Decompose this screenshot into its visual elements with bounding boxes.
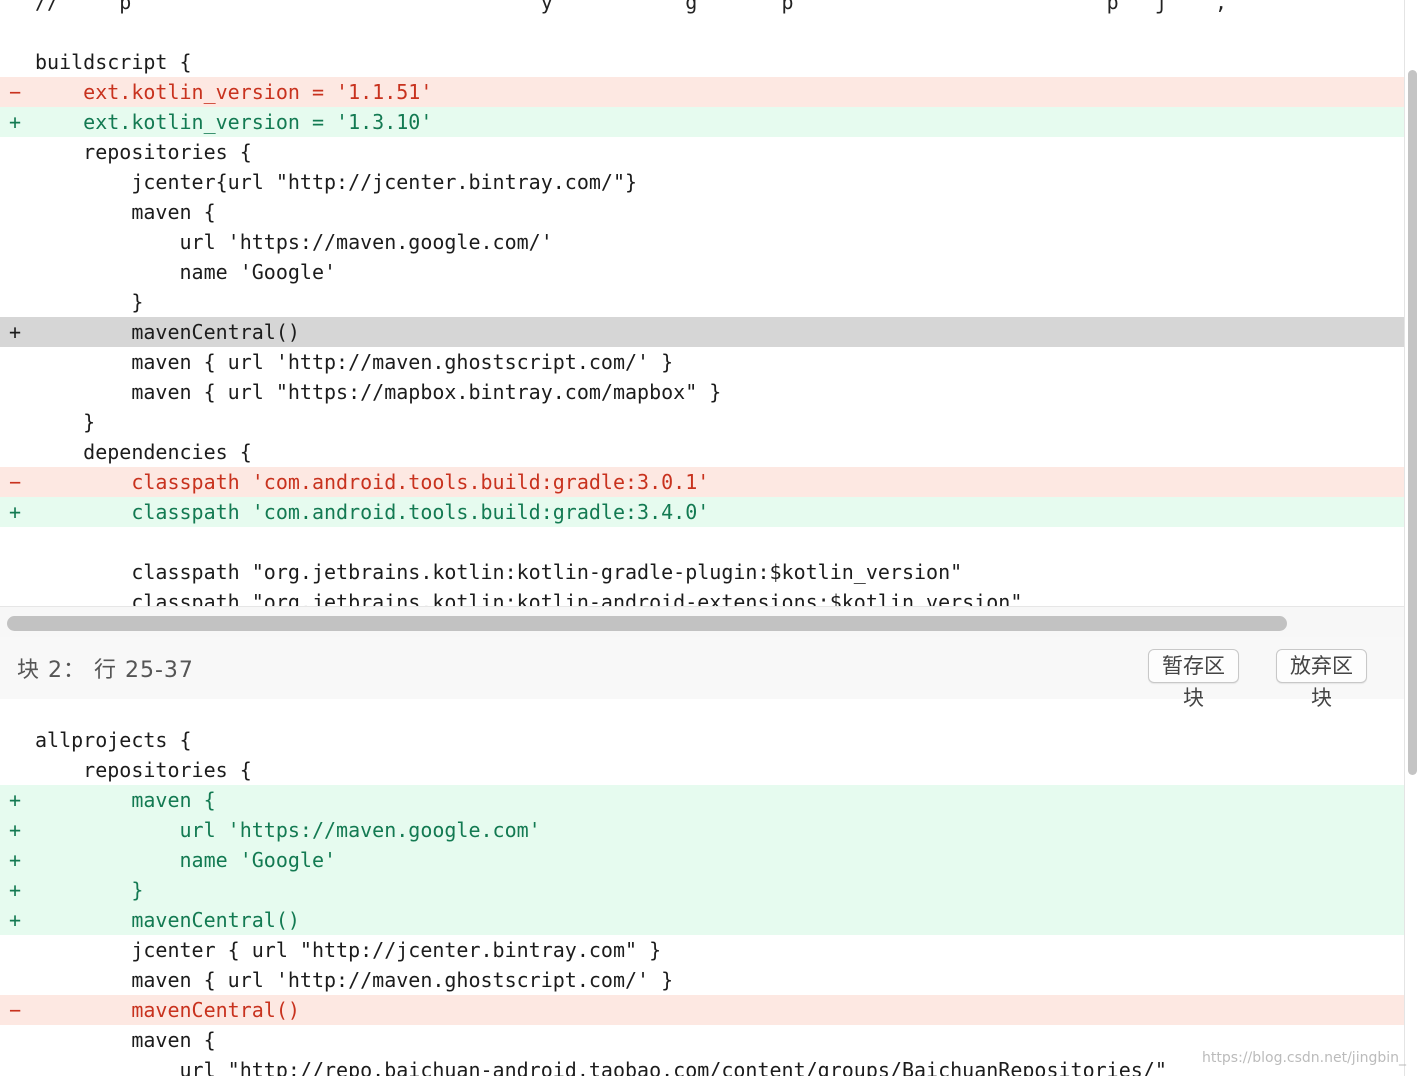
- horizontal-scrollbar-thumb[interactable]: [7, 616, 1287, 631]
- diff-line-context[interactable]: repositories {: [0, 755, 1404, 785]
- diff-line-context[interactable]: maven { url 'http://maven.ghostscript.co…: [0, 965, 1404, 995]
- code-text: buildscript {: [35, 50, 192, 74]
- code-text: maven { url "https://mapbox.bintray.com/…: [35, 380, 722, 404]
- diff-line-removed[interactable]: − mavenCentral(): [0, 995, 1404, 1025]
- diff-marker: +: [9, 848, 22, 872]
- code-text: }: [35, 290, 144, 314]
- diff-line-context[interactable]: url 'https://maven.google.com/': [0, 227, 1404, 257]
- diff-view: // p y g p p j , buildscript {− ext.kotl…: [0, 0, 1405, 1076]
- diff-marker: +: [9, 788, 22, 812]
- diff-marker: +: [9, 500, 22, 524]
- code-text: ext.kotlin_version = '1.1.51': [35, 80, 433, 104]
- diff-line-context[interactable]: name 'Google': [0, 257, 1404, 287]
- diff-line-added[interactable]: + name 'Google': [0, 845, 1404, 875]
- diff-line-context[interactable]: jcenter { url "http://jcenter.bintray.co…: [0, 935, 1404, 965]
- vertical-scrollbar-thumb[interactable]: [1408, 70, 1417, 775]
- code-text: classpath "org.jetbrains.kotlin:kotlin-g…: [35, 560, 963, 584]
- diff-line-context[interactable]: maven {: [0, 197, 1404, 227]
- code-text: mavenCentral(): [35, 908, 300, 932]
- watermark-text: https://blog.csdn.net/jingbin_: [1202, 1050, 1406, 1066]
- diff-marker: +: [9, 818, 22, 842]
- code-text: }: [35, 878, 144, 902]
- horizontal-scrollbar-track[interactable]: [0, 606, 1404, 637]
- code-text: maven {: [35, 200, 216, 224]
- diff-marker: +: [9, 110, 22, 134]
- diff-line-selected[interactable]: + mavenCentral(): [0, 317, 1404, 347]
- diff-marker: +: [9, 908, 22, 932]
- code-text: url "http://repo.baichuan-android.taobao…: [35, 1058, 1167, 1076]
- diff-line-added[interactable]: + maven {: [0, 785, 1404, 815]
- code-text: mavenCentral(): [35, 320, 300, 344]
- code-text: ext.kotlin_version = '1.3.10': [35, 110, 433, 134]
- diff-line-context[interactable]: repositories {: [0, 137, 1404, 167]
- code-text: maven { url 'http://maven.ghostscript.co…: [35, 350, 674, 374]
- code-text: mavenCentral(): [35, 998, 300, 1022]
- diff-line-context[interactable]: }: [0, 287, 1404, 317]
- hunk-title: 块 2： 行 25-37: [17, 658, 194, 683]
- code-text: maven {: [35, 1028, 216, 1052]
- diff-line-added[interactable]: + mavenCentral(): [0, 905, 1404, 935]
- diff-line-context[interactable]: allprojects {: [0, 725, 1404, 755]
- diff-line-added[interactable]: + ext.kotlin_version = '1.3.10': [0, 107, 1404, 137]
- diff-line-context[interactable]: dependencies {: [0, 437, 1404, 467]
- code-text: jcenter { url "http://jcenter.bintray.co…: [35, 938, 662, 962]
- diff-marker: −: [9, 80, 22, 104]
- discard-hunk-button[interactable]: 放弃区块: [1276, 649, 1367, 710]
- diff-line-added[interactable]: + url 'https://maven.google.com': [0, 815, 1404, 845]
- diff-line-context[interactable]: classpath "org.jetbrains.kotlin:kotlin-g…: [0, 557, 1404, 587]
- code-text: dependencies {: [35, 440, 252, 464]
- code-text: repositories {: [35, 140, 252, 164]
- code-text: // p y g p p j ,: [35, 0, 1252, 14]
- diff-line-context[interactable]: [0, 527, 1404, 557]
- diff-line-context[interactable]: jcenter{url "http://jcenter.bintray.com/…: [0, 167, 1404, 197]
- code-text: classpath 'com.android.tools.build:gradl…: [35, 470, 710, 494]
- diff-line-context[interactable]: buildscript {: [0, 47, 1404, 77]
- code-text: allprojects {: [35, 728, 192, 752]
- code-text: maven {: [35, 788, 216, 812]
- diff-line-context[interactable]: }: [0, 407, 1404, 437]
- code-text: repositories {: [35, 758, 252, 782]
- hunk-2-header: 块 2： 行 25-37 暂存区块 放弃区块: [0, 637, 1404, 710]
- code-text: maven { url 'http://maven.ghostscript.co…: [35, 968, 674, 992]
- code-text: }: [35, 410, 96, 434]
- code-text: name 'Google': [35, 260, 337, 284]
- diff-line-added[interactable]: + }: [0, 875, 1404, 905]
- diff-line-context[interactable]: maven {: [0, 1025, 1404, 1055]
- diff-marker: −: [9, 470, 22, 494]
- diff-marker: +: [9, 320, 22, 344]
- code-text: url 'https://maven.google.com/': [35, 230, 553, 254]
- diff-line-removed[interactable]: − ext.kotlin_version = '1.1.51': [0, 77, 1404, 107]
- code-text: jcenter{url "http://jcenter.bintray.com/…: [35, 170, 638, 194]
- code-text: url 'https://maven.google.com': [35, 818, 541, 842]
- diff-marker: −: [9, 998, 22, 1022]
- diff-line-removed[interactable]: − classpath 'com.android.tools.build:gra…: [0, 467, 1404, 497]
- diff-line-context[interactable]: [0, 17, 1404, 47]
- diff-line-context[interactable]: url "http://repo.baichuan-android.taobao…: [0, 1055, 1404, 1076]
- diff-line-context[interactable]: maven { url "https://mapbox.bintray.com/…: [0, 377, 1404, 407]
- diff-marker: +: [9, 878, 22, 902]
- stage-hunk-button[interactable]: 暂存区块: [1148, 649, 1239, 710]
- hunk-2-lines: allprojects { repositories {+ maven {+ u…: [0, 725, 1404, 1076]
- diff-line-partial: // p y g p p j ,: [0, 0, 1404, 17]
- hunk-1-lines: // p y g p p j , buildscript {− ext.kotl…: [0, 0, 1404, 617]
- diff-line-context[interactable]: maven { url 'http://maven.ghostscript.co…: [0, 347, 1404, 377]
- diff-line-added[interactable]: + classpath 'com.android.tools.build:gra…: [0, 497, 1404, 527]
- code-text: name 'Google': [35, 848, 337, 872]
- code-text: classpath 'com.android.tools.build:gradl…: [35, 500, 710, 524]
